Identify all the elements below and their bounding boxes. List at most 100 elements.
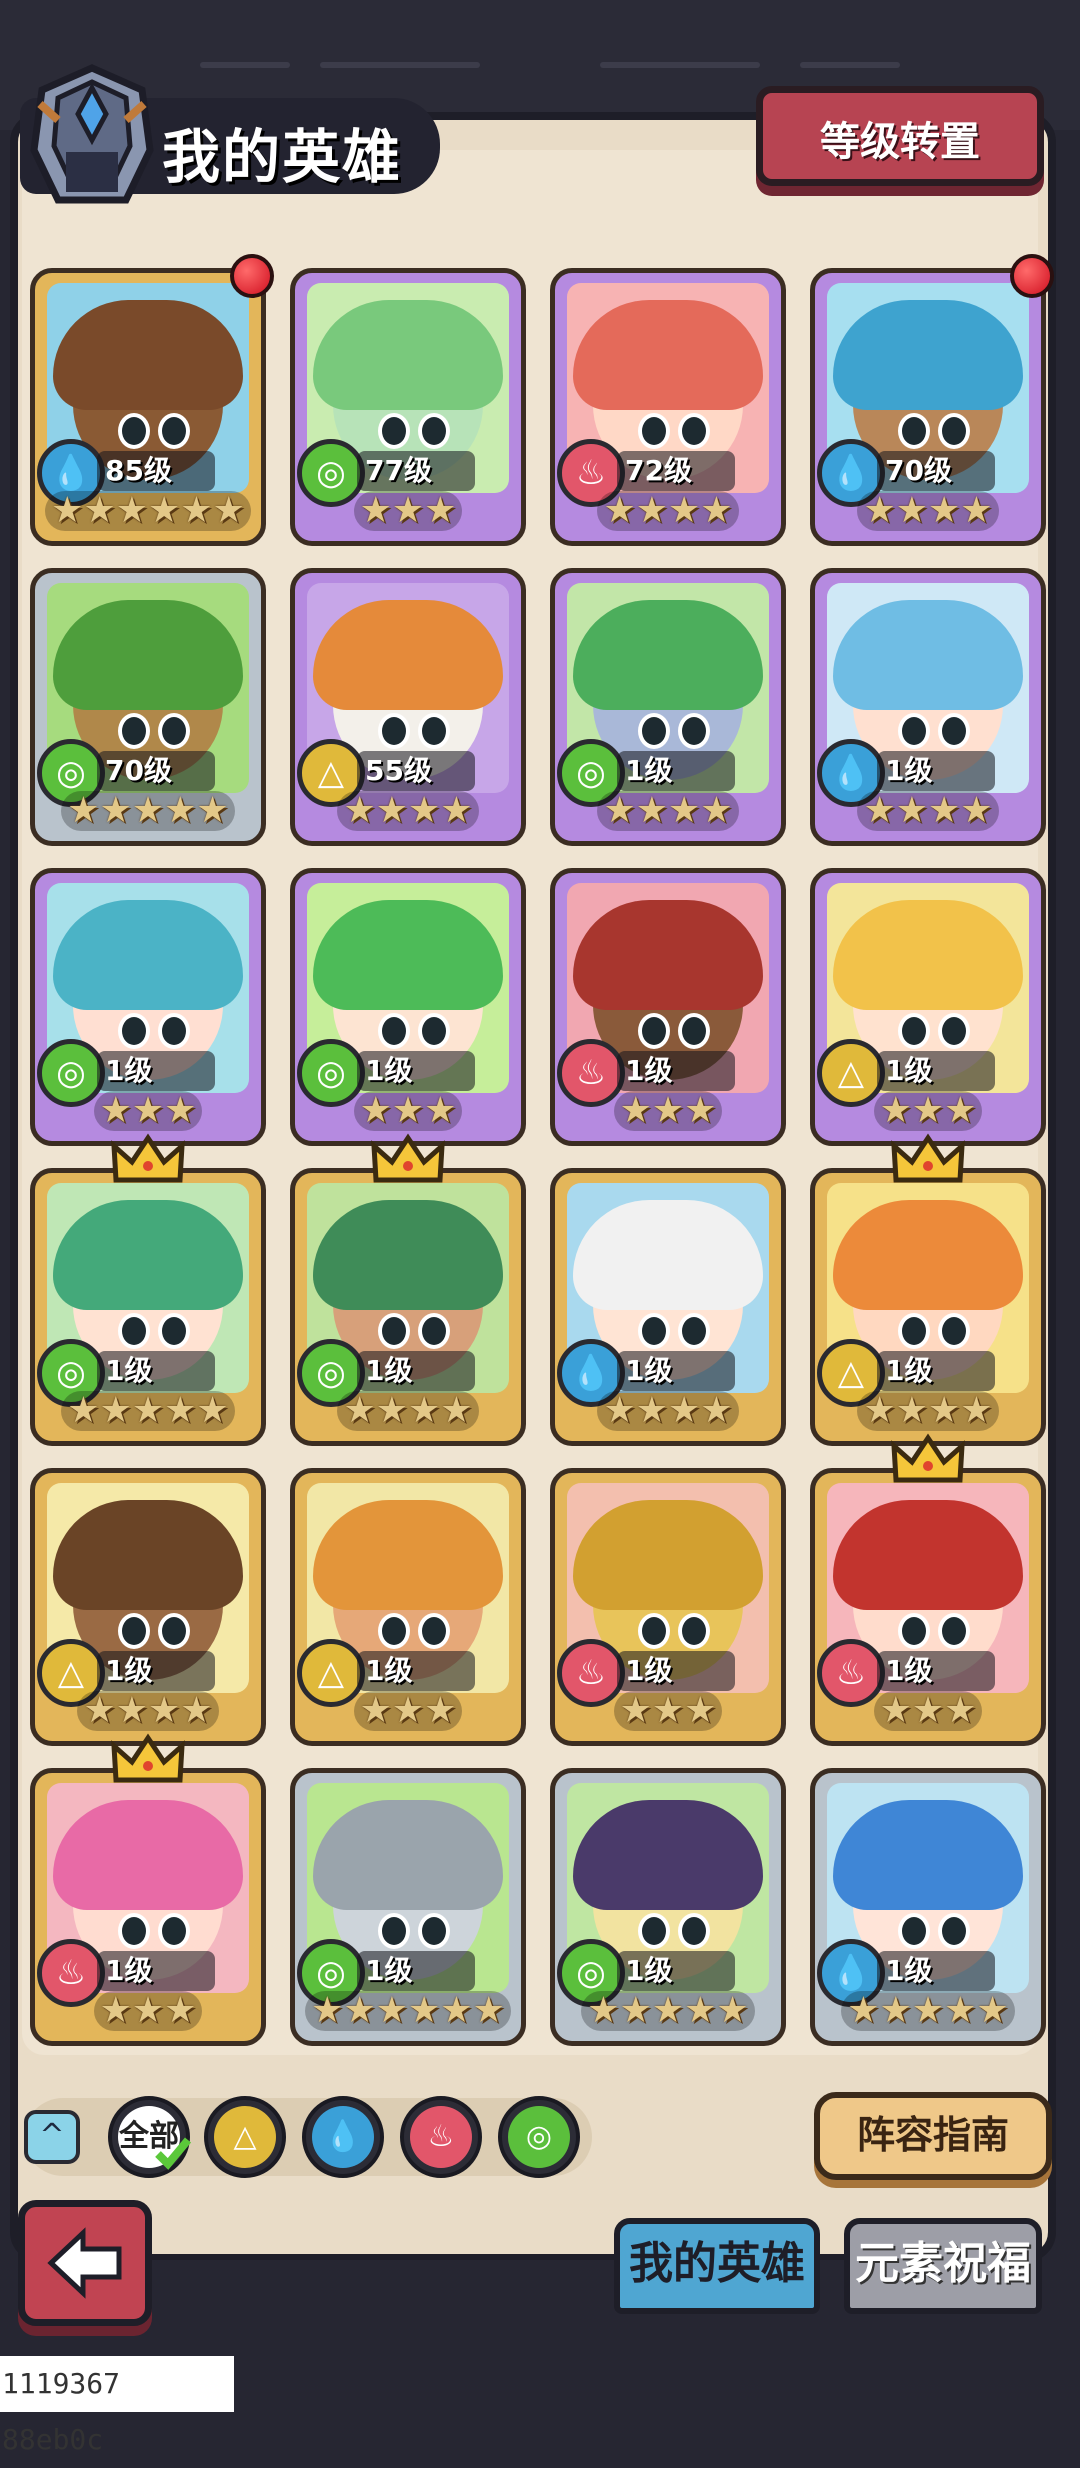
star-icon: ★: [131, 1390, 165, 1431]
hero-eye: [377, 1613, 410, 1650]
star-icon: ★: [115, 1690, 148, 1731]
hero-hair: [313, 299, 503, 410]
hero-card[interactable]: 💧 1级 ★★★★★: [810, 1768, 1046, 2046]
crown-icon: [111, 1733, 185, 1783]
star-icon: ★: [684, 1690, 717, 1731]
hero-eye: [897, 1013, 930, 1050]
lineup-guide-button[interactable]: 阵容指南: [814, 2092, 1052, 2180]
back-button[interactable]: [18, 2200, 152, 2326]
hero-level: 72级: [617, 451, 735, 491]
hero-card[interactable]: ◎ 1级 ★★★★: [290, 1168, 526, 1446]
hero-card[interactable]: ♨ 1级 ★★★: [550, 868, 786, 1146]
hero-card[interactable]: ♨ 72级 ★★★★: [550, 268, 786, 546]
star-icon: ★: [895, 1390, 928, 1431]
hero-hair: [313, 599, 503, 710]
notification-dot: [230, 254, 274, 298]
filter-earth-button[interactable]: △: [204, 2096, 286, 2178]
hero-star-rating: ★★★★★: [815, 1991, 1041, 2035]
hero-level: 1级: [357, 1951, 475, 1991]
hero-card[interactable]: 💧 85级 ★★★★★★: [30, 268, 266, 546]
star-icon: ★: [148, 490, 181, 531]
hero-hair: [53, 299, 243, 410]
hero-hair: [833, 1499, 1023, 1610]
hero-eye: [117, 1013, 150, 1050]
hero-card[interactable]: ♨ 1级 ★★★: [550, 1468, 786, 1746]
hero-card[interactable]: ◎ 1级 ★★★★★: [30, 1168, 266, 1446]
hero-hair: [53, 1199, 243, 1310]
filter-fire-button[interactable]: ♨: [400, 2096, 482, 2178]
hero-card[interactable]: ◎ 70级 ★★★★★: [30, 568, 266, 846]
hero-level: 1级: [877, 751, 995, 791]
star-icon: ★: [391, 1690, 425, 1731]
hero-card[interactable]: ◎ 1级 ★★★: [290, 868, 526, 1146]
hero-card[interactable]: 💧 70级 ★★★★: [810, 268, 1046, 546]
star-icon: ★: [212, 490, 245, 531]
hero-level: 77级: [357, 451, 475, 491]
hero-eye: [377, 1013, 410, 1050]
star-icon: ★: [99, 790, 132, 831]
hero-hair: [833, 899, 1023, 1010]
level-reset-button[interactable]: 等级转置: [756, 86, 1044, 186]
hero-level: 70级: [97, 751, 215, 791]
hero-eye: [637, 1913, 670, 1950]
hero-card[interactable]: ◎ 1级 ★★★★: [550, 568, 786, 846]
star-icon: ★: [684, 1990, 717, 2031]
hero-eye: [897, 413, 930, 450]
filter-wind-button[interactable]: ◎: [498, 2096, 580, 2178]
hero-hair: [313, 1199, 503, 1310]
collapse-up-button[interactable]: ^: [24, 2110, 80, 2164]
star-icon: ★: [684, 1090, 717, 1131]
element-symbol: ◎: [316, 1053, 346, 1093]
hero-card[interactable]: ♨ 1级 ★★★: [810, 1468, 1046, 1746]
hero-card[interactable]: △ 1级 ★★★★: [810, 1168, 1046, 1446]
star-icon: ★: [944, 1990, 977, 2031]
hero-card[interactable]: △ 55级 ★★★★: [290, 568, 526, 846]
hero-card[interactable]: ♨ 1级 ★★★: [30, 1768, 266, 2046]
star-icon: ★: [700, 790, 733, 831]
star-icon: ★: [343, 1990, 376, 2031]
star-icon: ★: [164, 1390, 197, 1431]
hero-star-rating: ★★★★★: [555, 1991, 781, 2035]
hero-card[interactable]: ◎ 77级 ★★★: [290, 268, 526, 546]
hero-level: 1级: [97, 1351, 215, 1391]
hero-star-rating: ★★★★: [555, 791, 781, 835]
star-icon: ★: [148, 1690, 181, 1731]
star-icon: ★: [131, 790, 165, 831]
star-icon: ★: [635, 490, 668, 531]
star-icon: ★: [603, 1390, 636, 1431]
star-icon: ★: [359, 1090, 392, 1131]
hero-level: 1级: [97, 1951, 215, 1991]
hero-card[interactable]: ◎ 1级 ★★★: [30, 868, 266, 1146]
crown-icon: [891, 1133, 965, 1183]
star-icon: ★: [196, 790, 229, 831]
star-icon: ★: [311, 1990, 344, 2031]
star-icon: ★: [635, 790, 668, 831]
hero-card[interactable]: ◎ 1级 ★★★★★★: [290, 1768, 526, 2046]
hero-card[interactable]: 💧 1级 ★★★★: [810, 568, 1046, 846]
hero-card[interactable]: 💧 1级 ★★★★: [550, 1168, 786, 1446]
star-icon: ★: [180, 490, 213, 531]
hero-star-rating: ★★★★: [295, 791, 521, 835]
star-icon: ★: [180, 1690, 213, 1731]
hero-card[interactable]: △ 1级 ★★★★: [30, 1468, 266, 1746]
star-icon: ★: [440, 1990, 473, 2031]
hero-eye: [897, 713, 930, 750]
tab-element-blessing[interactable]: 元素祝福: [844, 2218, 1042, 2314]
hero-eye: [897, 1313, 930, 1350]
hero-level: 1级: [617, 751, 735, 791]
star-icon: ★: [164, 1990, 197, 2031]
star-icon: ★: [960, 490, 993, 531]
tab-my-heroes[interactable]: 我的英雄: [614, 2218, 820, 2314]
hero-card[interactable]: △ 1级 ★★★: [810, 868, 1046, 1146]
hero-hair: [573, 299, 763, 410]
star-icon: ★: [83, 1690, 116, 1731]
star-icon: ★: [863, 490, 896, 531]
hero-card[interactable]: ◎ 1级 ★★★★★: [550, 1768, 786, 2046]
star-icon: ★: [408, 790, 441, 831]
star-icon: ★: [391, 490, 425, 531]
hero-card[interactable]: △ 1级 ★★★: [290, 1468, 526, 1746]
filter-water-button[interactable]: 💧: [302, 2096, 384, 2178]
star-icon: ★: [408, 1390, 441, 1431]
hero-eye: [117, 1313, 150, 1350]
star-icon: ★: [668, 790, 701, 831]
